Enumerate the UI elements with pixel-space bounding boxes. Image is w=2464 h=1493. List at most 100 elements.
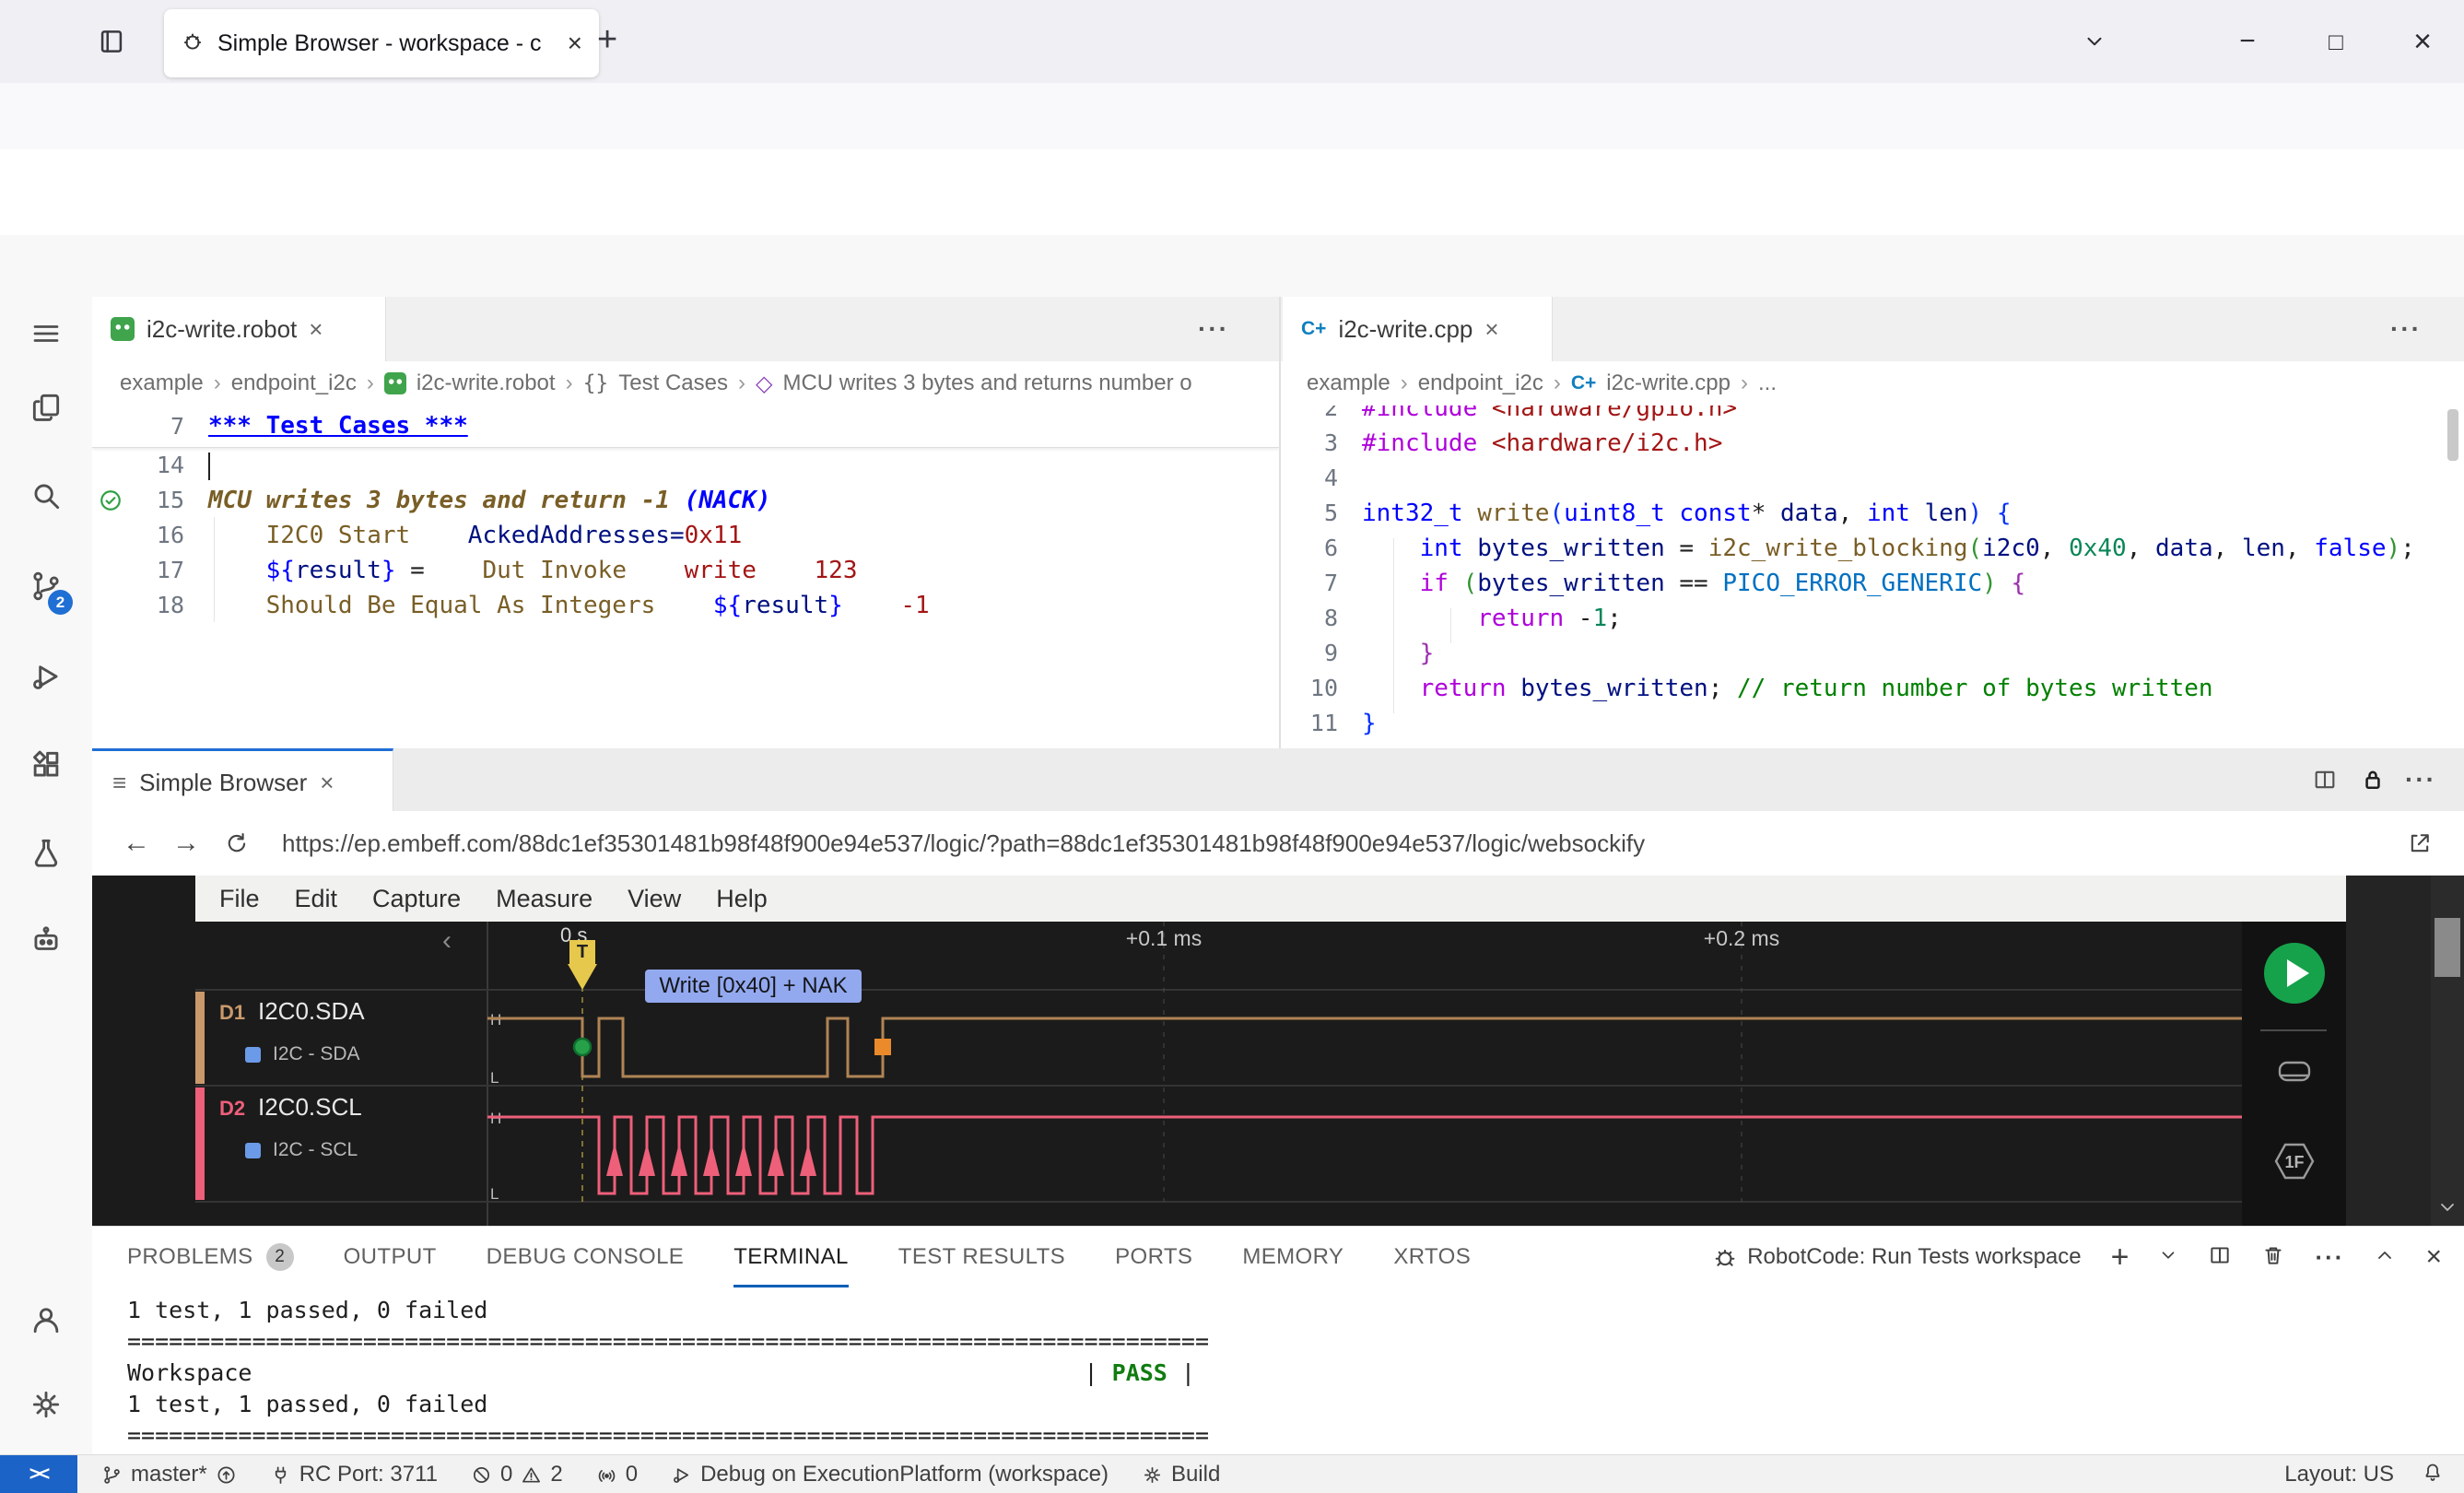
tab-i2c-write-cpp[interactable]: C+ i2c-write.cpp × bbox=[1283, 297, 1553, 361]
window-minimize-button[interactable]: − bbox=[2224, 20, 2270, 63]
breadcrumb-item[interactable]: ... bbox=[1758, 370, 1777, 396]
close-tab-icon[interactable]: × bbox=[309, 315, 323, 344]
scrollbar-thumb[interactable] bbox=[2435, 918, 2460, 977]
lock-preview-icon[interactable] bbox=[2350, 748, 2396, 811]
scroll-down-icon[interactable] bbox=[2436, 1196, 2458, 1223]
split-terminal-icon[interactable] bbox=[2208, 1243, 2232, 1272]
panel-tab-terminal[interactable]: TERMINAL bbox=[733, 1227, 849, 1287]
test-pass-icon[interactable] bbox=[92, 483, 129, 518]
breadcrumb-item[interactable]: endpoint_i2c bbox=[1418, 370, 1543, 396]
channel-I2C0.SCL[interactable]: D2 I2C0.SCL I2C - SCL bbox=[195, 1086, 487, 1202]
menu-edit[interactable]: Edit bbox=[295, 885, 338, 913]
robot-editor[interactable]: 7 *** Test Cases *** 14 15 MCU writes 3 byte… bbox=[92, 406, 1279, 748]
panel-more-icon[interactable]: ··· bbox=[2315, 1243, 2344, 1272]
breadcrumb-item[interactable]: endpoint_i2c bbox=[231, 370, 357, 396]
channel-I2C0.SDA[interactable]: D1 I2C0.SDA I2C - SDA bbox=[195, 990, 487, 1086]
trigger-flag[interactable]: T bbox=[569, 940, 595, 964]
breadcrumbs-row: example › endpoint_i2c › i2c-write.robot › {} T… bbox=[92, 361, 2464, 406]
panel-tab-ports[interactable]: PORTS bbox=[1115, 1227, 1192, 1287]
tab-close-icon[interactable]: × bbox=[568, 29, 582, 58]
breadcrumb-item[interactable]: i2c-write.cpp bbox=[1606, 370, 1731, 396]
breadcrumb-item[interactable]: example bbox=[1307, 370, 1390, 396]
open-external-icon[interactable] bbox=[2396, 818, 2444, 868]
panel-more-icon[interactable]: ··· bbox=[2398, 748, 2444, 811]
sb-url-input[interactable]: https://ep.embeff.com/88dc1ef35301481b98… bbox=[282, 811, 2401, 876]
editor-actions-more-icon[interactable]: ··· bbox=[1198, 297, 1229, 361]
close-panel-icon[interactable]: × bbox=[2425, 1241, 2442, 1273]
menu-capture[interactable]: Capture bbox=[372, 885, 461, 913]
extensions-sidebar-icon[interactable] bbox=[26, 745, 66, 785]
decoder-label[interactable]: I2C - SCL bbox=[273, 1139, 358, 1161]
search-sidebar-icon[interactable] bbox=[26, 476, 66, 516]
close-tab-icon[interactable]: × bbox=[320, 769, 334, 797]
channel-id: D2 bbox=[219, 1097, 246, 1120]
i2c-decode-annotation[interactable]: Write [0x40] + NAK bbox=[645, 970, 862, 1003]
library-icon[interactable] bbox=[90, 20, 133, 63]
rc-port-status[interactable]: RC Port: 3711 bbox=[270, 1462, 438, 1487]
panel-tab-problems[interactable]: PROBLEMS 2 bbox=[127, 1227, 294, 1287]
breadcrumb-separator: › bbox=[366, 370, 374, 395]
explorer-icon[interactable] bbox=[26, 387, 66, 428]
decoder-chip-icon[interactable] bbox=[245, 1143, 261, 1158]
test-explorer-icon[interactable] bbox=[26, 832, 66, 873]
hex-display-button[interactable]: 1F bbox=[2272, 1139, 2317, 1188]
menu-file[interactable]: File bbox=[219, 885, 260, 913]
trigger-marker-icon[interactable] bbox=[568, 964, 597, 990]
remote-indicator[interactable]: >< bbox=[0, 1455, 77, 1493]
branch-status[interactable]: master* bbox=[101, 1462, 237, 1487]
problems-badge: 2 bbox=[265, 1243, 294, 1271]
settings-gear-icon[interactable] bbox=[26, 1384, 66, 1425]
new-terminal-icon[interactable]: + bbox=[2111, 1240, 2130, 1276]
cpp-editor[interactable]: 2 #include <hardware/gpio.h> 3 #include <ha… bbox=[1283, 406, 2464, 748]
keyboard-layout-status[interactable]: Layout: US bbox=[2284, 1462, 2394, 1487]
waveform[interactable]: 0 s +0.1 ms +0.2 ms ‹ H L H L bbox=[195, 922, 2242, 1226]
terminal-output[interactable]: 1 test, 1 passed, 0 failed ==============… bbox=[127, 1295, 1209, 1452]
close-tab-icon[interactable]: × bbox=[1484, 315, 1498, 344]
browser-tab[interactable]: Simple Browser - workspace - c × bbox=[164, 9, 599, 77]
sb-forward-icon[interactable]: → bbox=[162, 818, 210, 868]
panel-tab-test-results[interactable]: TEST RESULTS bbox=[898, 1227, 1065, 1287]
window-close-button[interactable]: × bbox=[2399, 20, 2446, 63]
menu-measure[interactable]: Measure bbox=[496, 885, 593, 913]
breadcrumb-item[interactable]: MCU writes 3 bytes and returns number o bbox=[782, 370, 1191, 396]
terminal-session-label[interactable]: RobotCode: Run Tests workspace bbox=[1712, 1244, 2082, 1270]
window-maximize-button[interactable]: □ bbox=[2313, 20, 2359, 63]
breadcrumb-item[interactable]: Test Cases bbox=[618, 370, 728, 396]
menu-view[interactable]: View bbox=[628, 885, 681, 913]
breadcrumb-item[interactable]: example bbox=[120, 370, 204, 396]
breadcrumb-item[interactable]: i2c-write.robot bbox=[417, 370, 556, 396]
capture-run-button[interactable] bbox=[2264, 943, 2325, 1004]
tab-overflow-icon[interactable] bbox=[2071, 20, 2118, 63]
build-status[interactable]: Build bbox=[1142, 1462, 1220, 1487]
problems-status[interactable]: 0 2 bbox=[471, 1462, 563, 1487]
menu-help[interactable]: Help bbox=[716, 885, 768, 913]
panel-tab-output[interactable]: OUTPUT bbox=[344, 1227, 437, 1287]
webview-scrollbar[interactable] bbox=[2431, 876, 2464, 1226]
decoder-label[interactable]: I2C - SDA bbox=[273, 1043, 360, 1065]
menu-hamburger-icon[interactable] bbox=[26, 313, 66, 354]
split-editor-icon[interactable] bbox=[2302, 748, 2348, 811]
debug-launch-status[interactable]: Debug on ExecutionPlatform (workspace) bbox=[671, 1462, 1109, 1487]
new-tab-button[interactable]: + bbox=[597, 20, 617, 60]
tab-i2c-write-robot[interactable]: i2c-write.robot × bbox=[92, 297, 386, 361]
robotcode-icon[interactable] bbox=[26, 920, 66, 960]
editor-actions-more-icon[interactable]: ··· bbox=[2390, 297, 2422, 361]
panel-tab-debug-console[interactable]: DEBUG CONSOLE bbox=[487, 1227, 685, 1287]
notifications-bell-icon[interactable] bbox=[2422, 1461, 2444, 1489]
sb-reload-icon[interactable] bbox=[212, 818, 260, 868]
maximize-panel-icon[interactable] bbox=[2374, 1244, 2396, 1271]
kill-terminal-icon[interactable] bbox=[2261, 1243, 2285, 1272]
svg-text:1F: 1F bbox=[2284, 1153, 2304, 1171]
panel-tab-xrtos[interactable]: XRTOS bbox=[1393, 1227, 1471, 1287]
run-debug-icon[interactable] bbox=[26, 656, 66, 697]
device-button[interactable] bbox=[2272, 1051, 2317, 1099]
editor-group-divider[interactable] bbox=[1279, 297, 1281, 748]
terminal-dropdown-icon[interactable] bbox=[2158, 1245, 2178, 1270]
panel-tab-memory[interactable]: MEMORY bbox=[1242, 1227, 1343, 1287]
decoder-chip-icon[interactable] bbox=[245, 1047, 261, 1063]
sb-back-icon[interactable]: ← bbox=[112, 818, 160, 868]
editor-scrollbar[interactable] bbox=[2447, 409, 2458, 461]
ports-status[interactable]: 0 bbox=[596, 1462, 638, 1487]
tab-simple-browser[interactable]: ≡ Simple Browser × bbox=[92, 748, 393, 814]
accounts-icon[interactable] bbox=[26, 1299, 66, 1340]
